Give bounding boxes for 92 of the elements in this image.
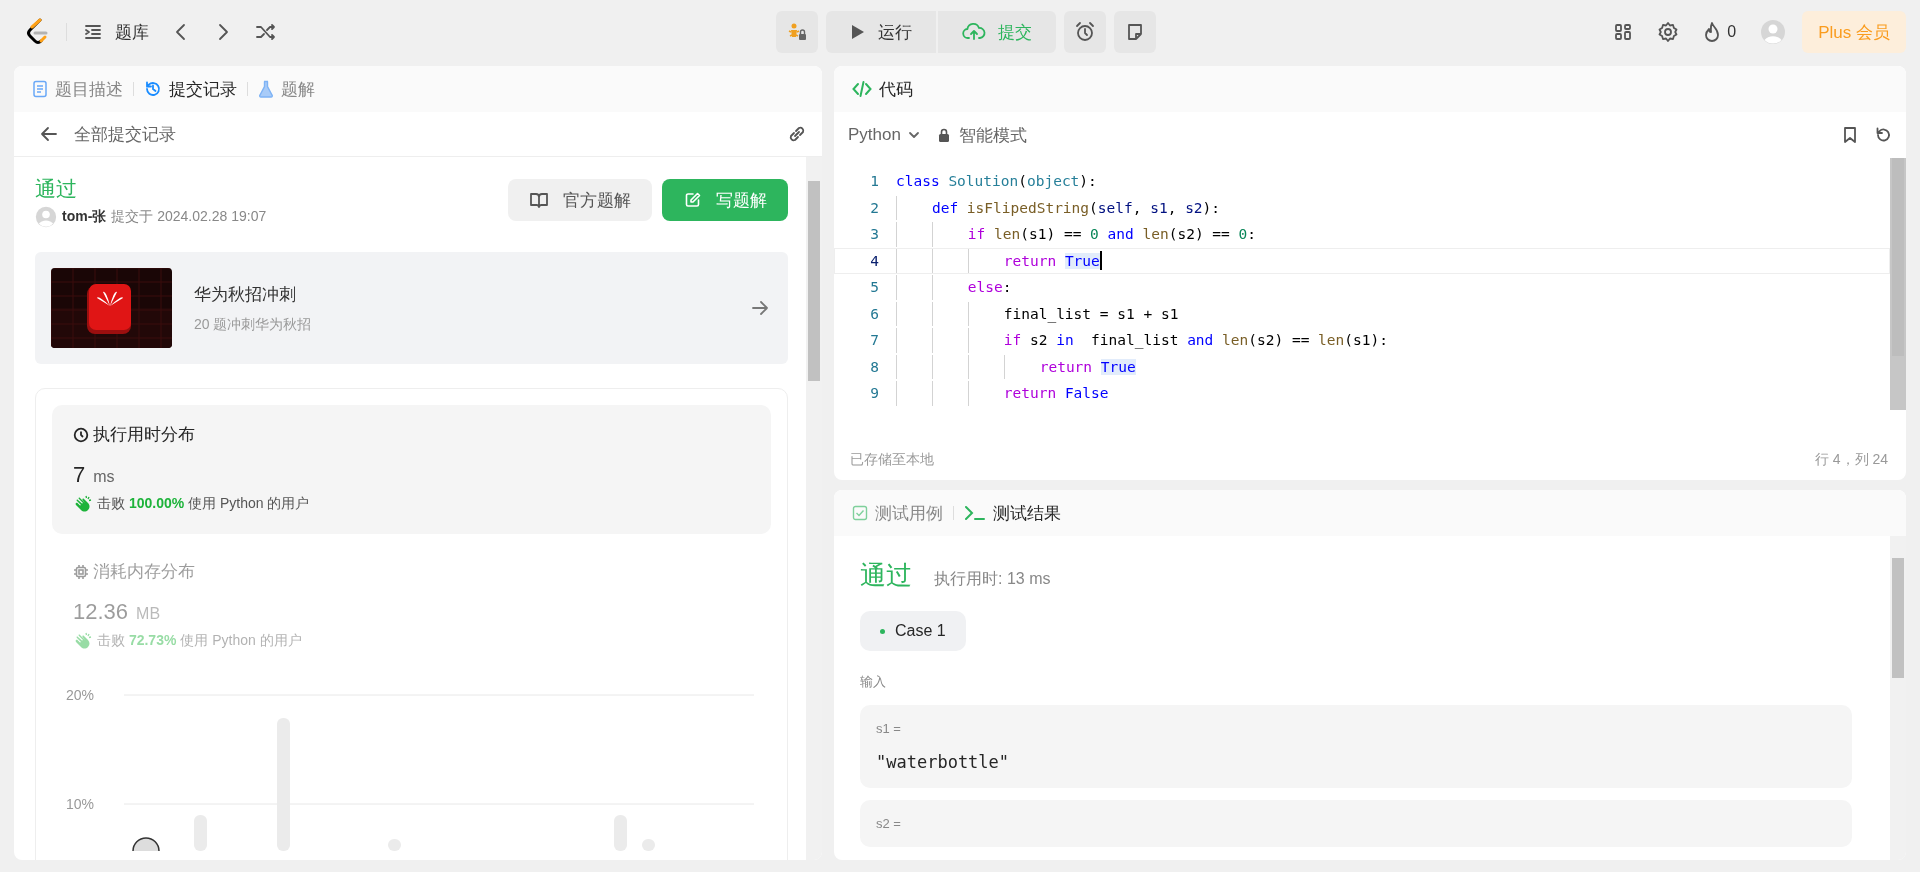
line-number: 6 [869,305,880,322]
arrow-icon [750,298,770,318]
panel-tab[interactable]: 提交记录 [144,77,237,101]
line-number: 1 [869,173,880,190]
clapping-hands-icon [73,494,93,514]
line-number: 8 [869,358,880,375]
list-icon [83,22,103,42]
layout-icon[interactable] [1613,22,1634,42]
scrollbar[interactable] [1890,158,1906,410]
avatar-icon [35,206,57,228]
status-text: 通过 [35,176,78,202]
back-link[interactable]: 全部提交记录 [40,122,176,146]
logo-icon [26,18,50,46]
terminal-icon [964,505,986,521]
beats-text: 击败 72.73% 使用 Python 的用户 [97,632,302,650]
clock-icon [73,426,89,443]
stat-unit: ms [93,468,115,486]
promo-subtitle: 20 题冲刺华为秋招 [194,315,313,334]
back-arrow-icon [40,125,58,143]
debug-button[interactable] [776,11,818,53]
history-icon [144,80,162,98]
line-number: 4 [869,252,880,269]
code-line: return True [896,248,1102,273]
checkbox-icon [852,505,868,521]
panel-tab[interactable]: 测试结果 [964,501,1061,525]
chip-icon [73,563,89,580]
code-line: if len(s1) == 0 and len(s2) == 0: [896,222,1256,247]
input-label: 输入 [860,673,887,691]
bug-lock-icon [786,21,808,43]
submission-time: 提交于 2024.02.28 19:07 [111,208,267,226]
code-line: else: [896,275,1012,300]
cursor-position: 行 4，列 24 [1814,451,1888,469]
alarm-clock-icon [1074,21,1096,43]
code-line: final_list = s1 + s1 [896,301,1179,326]
input-value: "waterbottle" [876,752,1011,772]
text-cursor [1099,251,1102,271]
code-line: class Solution(object): [896,172,1097,192]
stat-title: 消耗内存分布 [93,561,195,583]
bookmark-icon[interactable] [1842,126,1858,144]
line-number: 5 [869,279,880,296]
code-icon [852,80,872,98]
promo-card[interactable]: 华为秋招冲刺 20 题冲刺华为秋招 [35,252,788,364]
panel-title: 代码 [879,78,913,101]
code-line: def isFlipedString(self, s1, s2): [896,195,1221,220]
line-number: 2 [869,199,880,216]
save-status: 已存储至本地 [850,451,934,469]
line-number: 9 [869,385,880,402]
stat-value: 12.36 [73,599,129,625]
language-dropdown[interactable]: Python [848,125,921,145]
status-text: 通过 [860,559,912,592]
reset-icon[interactable] [1874,126,1892,144]
book-icon [529,191,549,209]
mode-button[interactable]: 智能模式 [936,123,1027,147]
note-icon [1125,22,1145,42]
panel-tab[interactable]: 测试用例 [852,501,943,525]
beats-text: 击败 100.00% 使用 Python 的用户 [97,495,310,513]
settings-icon[interactable] [1657,21,1680,43]
document-icon [32,80,48,98]
flame-icon[interactable] [1703,21,1722,43]
streak-count: 0 [1727,23,1737,41]
edit-icon [683,191,702,209]
stat-panel[interactable]: 执行用时分布 7 ms 击败 100.00% 使用 Python 的用户 [52,405,771,534]
promo-title: 华为秋招冲刺 [194,283,297,306]
code-line: return False [896,381,1109,406]
code-line: if s2 in final_list and len(s2) == len(s1): [896,328,1388,353]
lock-icon [936,127,951,143]
runtime-text: 执行用时: 13 ms [934,569,1051,589]
alarm-button[interactable] [1064,11,1106,53]
note-button[interactable] [1114,11,1156,53]
line-number: 3 [869,226,880,243]
flask-icon [258,80,274,98]
run-button[interactable]: 运行 [826,11,936,53]
input-name: s1 = [876,721,902,736]
play-icon [850,23,866,41]
stat-value: 7 [73,462,86,488]
stat-unit: MB [136,605,161,623]
user-name[interactable]: tom-张 [62,208,107,226]
case-tab[interactable]: Case 1 [860,611,966,651]
input-name: s2 = [876,816,902,831]
code-line: return True [896,354,1136,379]
axis-label: 10% [66,796,95,812]
official-solution-button[interactable]: 官方题解 [508,179,652,221]
stat-title: 执行用时分布 [93,424,195,446]
clapping-hands-icon [73,631,93,651]
problem-list-button[interactable]: 题库 [83,20,149,44]
line-number: 7 [869,332,880,349]
cloud-upload-icon [962,22,986,42]
axis-label: 20% [66,687,95,703]
shuffle-icon[interactable] [255,22,277,42]
panel-tab[interactable]: 题目描述 [32,77,123,101]
panel-tab[interactable]: 题解 [258,77,315,101]
avatar-marker [132,837,160,851]
